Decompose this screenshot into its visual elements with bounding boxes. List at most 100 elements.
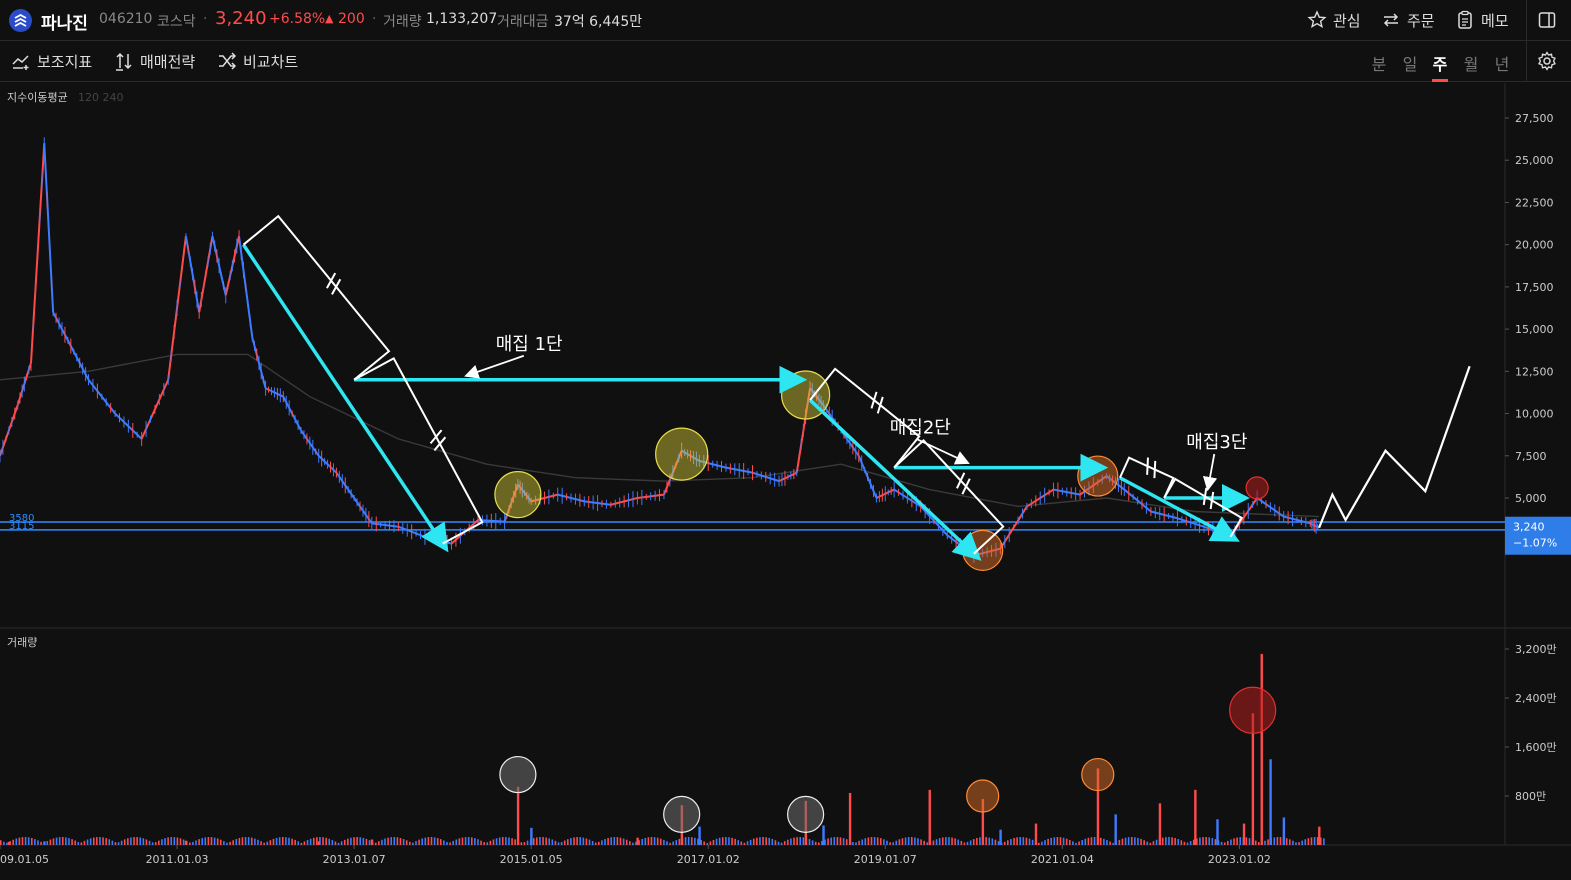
period-month-tab[interactable]: 월 [1461, 51, 1481, 75]
chart-toolbar: 보조지표 매매전략 비교차트 분 일 주 월 년 [0, 41, 1571, 82]
volume-bar [749, 839, 752, 845]
volume-bar [223, 841, 225, 845]
volume-bar [822, 825, 825, 845]
compare-button[interactable]: 비교차트 [217, 50, 298, 72]
volume-bar [883, 839, 885, 845]
volume-bar [139, 837, 142, 845]
memo-button[interactable]: 메모 [1455, 7, 1509, 33]
volume-bar [1168, 837, 1170, 845]
volume-bar [492, 839, 495, 845]
volume-highlight-circle [787, 795, 825, 833]
volume-bar [1143, 840, 1145, 845]
volume-bar [725, 837, 727, 845]
volume-y-tick-label: 800만 [1515, 790, 1546, 803]
volume-bar [1031, 839, 1034, 845]
company-logo-icon [9, 9, 32, 32]
watch-button[interactable]: 관심 [1307, 7, 1361, 33]
volume-bar [1013, 837, 1015, 845]
volume-bar [219, 839, 222, 845]
volume-bar [514, 839, 516, 845]
volume-bar [923, 840, 925, 845]
annotation-label: 매집 1단 [496, 334, 563, 355]
volume-bar [999, 829, 1002, 845]
volume-bar [226, 842, 228, 845]
volume-bar [994, 839, 997, 845]
volume-bar [263, 842, 265, 845]
annotation-pointer [464, 354, 525, 379]
volume-bar [1254, 840, 1257, 845]
volume-bar [948, 837, 950, 845]
stock-header: 파나진 046210 코스닥 · 3,240 +6.58% ▲ 200 · 거래… [0, 0, 1571, 41]
volume-bar [368, 840, 371, 845]
volume-bar [65, 837, 67, 845]
volume-bar [1202, 837, 1204, 845]
volume-bar [1068, 839, 1071, 845]
volume-bar [945, 837, 947, 845]
volume-bar [0, 840, 2, 845]
volume-bar [960, 840, 963, 845]
volume-bar [1174, 837, 1176, 845]
volume-bar [77, 842, 80, 845]
volume-bar [601, 840, 603, 845]
volume-bar [1171, 837, 1173, 845]
volume-bar [182, 839, 185, 845]
x-tick-label: 2017.01.02 [677, 853, 740, 866]
x-tick-label: 2013.01.07 [323, 853, 386, 866]
volume-bar [1323, 838, 1325, 845]
volume-bar [997, 841, 1000, 845]
volume-bar [71, 839, 73, 845]
volume-bar [867, 837, 870, 845]
volume-bar [889, 842, 891, 845]
volume-bar [1186, 842, 1189, 845]
volume-bar [1220, 841, 1223, 845]
volume-bar [247, 837, 250, 845]
volume-bar [260, 841, 262, 845]
price-y-tick-label: 7,500 [1515, 450, 1547, 463]
volume-bar [390, 837, 393, 845]
x-tick-label: 2019.01.07 [854, 853, 917, 866]
volume-bar [1016, 837, 1018, 845]
volume-bar [1313, 837, 1316, 845]
volume-bar [951, 837, 953, 845]
volume-bar [384, 838, 386, 845]
volume-bar [127, 838, 129, 845]
volume-bar [133, 837, 135, 845]
settings-button[interactable] [1537, 50, 1557, 72]
volume-bar [1276, 837, 1279, 845]
volume-bar [449, 842, 451, 845]
volume-bar [873, 837, 876, 845]
volume-bar [706, 842, 709, 845]
volume-bar [594, 842, 597, 845]
volume-bar [653, 837, 656, 845]
panel-toggle-button[interactable] [1537, 7, 1557, 33]
volume-bar [254, 838, 256, 845]
stock-chart[interactable]: 지수이동평균 120 240거래량 35803115 매집 1단매집2단매집3단 … [0, 83, 1571, 880]
indicators-button[interactable]: 보조지표 [11, 50, 92, 72]
order-button[interactable]: 주문 [1381, 7, 1435, 33]
volume-bar [774, 840, 777, 845]
volume-bar [244, 837, 247, 845]
volume-bar [161, 839, 163, 845]
period-year-tab[interactable]: 년 [1492, 51, 1512, 75]
volume-bar [839, 837, 842, 845]
volume-bar [703, 841, 705, 845]
volume-bar [771, 838, 774, 845]
volume-bar [405, 840, 408, 845]
period-day-tab[interactable]: 일 [1400, 51, 1420, 75]
divider [1526, 41, 1527, 82]
period-week-tab[interactable]: 주 [1430, 51, 1450, 75]
volume-bar [46, 841, 49, 845]
volume-bar [966, 841, 969, 845]
period-minute-tab[interactable]: 분 [1369, 51, 1389, 75]
volume-bar [347, 838, 349, 845]
highlight-circle [494, 471, 542, 519]
volume-bar [1205, 837, 1207, 845]
volume-bar [501, 837, 504, 845]
volume-bar [387, 837, 389, 845]
strategy-button[interactable]: 매매전략 [114, 50, 195, 72]
volume-bar [864, 838, 867, 845]
volume-bar [954, 838, 956, 845]
volume-bar [37, 840, 39, 845]
equal-tick-mark [1153, 460, 1157, 479]
volume-bar [1034, 823, 1038, 845]
